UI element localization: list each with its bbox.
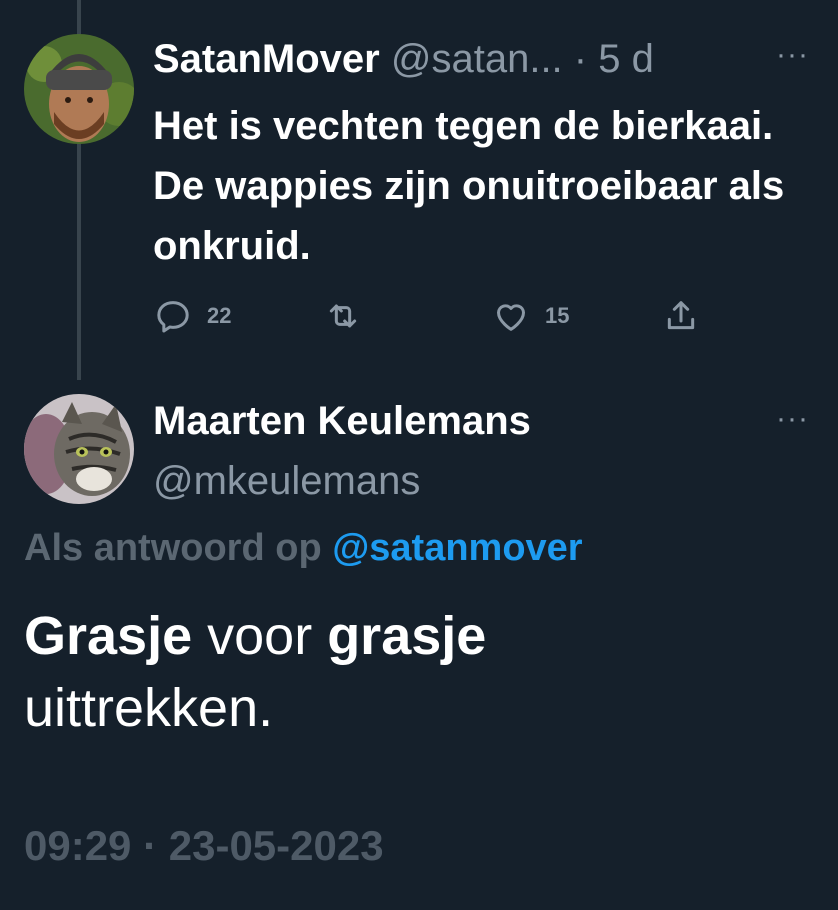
parent-author-line: SatanMover @satan... · 5 d: [153, 36, 654, 82]
parent-more-options-button[interactable]: ···: [776, 40, 809, 70]
reply-context-prefix: Als antwoord op: [24, 527, 322, 569]
main-text-word-2: voor: [192, 606, 328, 666]
main-handle[interactable]: @mkeulemans: [153, 458, 420, 504]
like-count: 15: [545, 303, 570, 328]
main-text-word-1: Grasje: [24, 606, 193, 666]
reply-context: Als antwoord op @satanmover: [24, 527, 583, 570]
reply-mention-link[interactable]: @satanmover: [332, 527, 582, 569]
parent-handle-time[interactable]: @satan... · 5 d: [391, 37, 654, 81]
bearded-man-avatar-image: [24, 34, 134, 144]
reply-count: 22: [207, 303, 232, 328]
main-more-options-button[interactable]: ···: [776, 404, 809, 434]
tweet-timestamp[interactable]: 09:29 · 23-05-2023: [24, 822, 384, 870]
share-icon: [667, 301, 695, 330]
main-text-word-4: uittrekken.: [24, 678, 274, 738]
main-display-name[interactable]: Maarten Keulemans: [153, 398, 531, 444]
retweet-icon: [329, 304, 357, 328]
retweet-button[interactable]: [323, 296, 377, 336]
share-button[interactable]: [661, 296, 701, 336]
parent-display-name[interactable]: SatanMover: [153, 37, 380, 81]
main-text-word-3: grasje: [327, 606, 487, 666]
main-tweet-text: Grasje voor grasje uittrekken.: [24, 600, 814, 744]
reply-button[interactable]: 22: [153, 296, 231, 336]
like-button[interactable]: 15: [491, 296, 569, 336]
heart-icon: [497, 304, 525, 331]
reply-icon: [157, 301, 189, 333]
cat-avatar-image: [24, 394, 134, 504]
parent-tweet-text: Het is vechten tegen de bierkaai. De wap…: [153, 104, 785, 268]
mkeulemans-avatar[interactable]: [24, 394, 134, 504]
satanmover-avatar[interactable]: [24, 34, 134, 144]
parent-action-bar: 22 15: [153, 296, 713, 336]
